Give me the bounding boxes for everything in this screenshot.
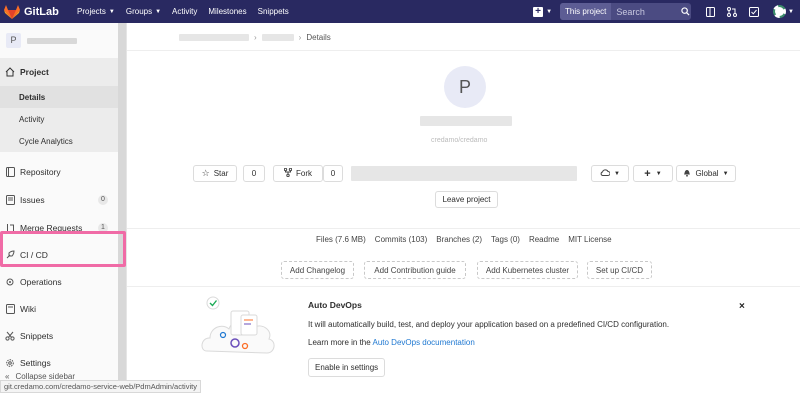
- project-stats: Files (7.6 MB) Commits (103) Branches (2…: [316, 235, 621, 244]
- enable-in-settings-button[interactable]: Enable in settings: [308, 358, 386, 377]
- auto-devops-title: Auto DevOps: [308, 300, 362, 310]
- gitlab-logo-icon: [4, 4, 20, 19]
- search-icon: [681, 7, 690, 16]
- leave-project-button[interactable]: Leave project: [435, 191, 498, 208]
- nav-milestones[interactable]: Milestones: [208, 7, 246, 16]
- add-changelog-button[interactable]: Add Changelog: [281, 261, 354, 279]
- stat-tags[interactable]: Tags (0): [491, 235, 520, 244]
- chevron-down-icon: ▼: [614, 170, 620, 177]
- auto-devops-illustration-icon: [201, 296, 275, 354]
- browser-status-url: git.credamo.com/credamo-service-web/PdmA…: [0, 380, 201, 393]
- sidebar-subitem-activity[interactable]: Activity: [0, 108, 118, 130]
- project-name-redacted: [27, 37, 77, 44]
- highlight-annotation-box: [0, 231, 126, 267]
- search-scope-badge[interactable]: This project: [560, 3, 612, 20]
- breadcrumb-group-redacted[interactable]: [179, 34, 249, 41]
- star-icon: ☆: [201, 168, 210, 178]
- auto-devops-learn-more: Learn more in the Auto DevOps documentat…: [308, 338, 475, 347]
- book-icon: [5, 167, 15, 177]
- cloud-download-icon: [600, 168, 611, 179]
- chevron-down-icon: ▼: [155, 8, 162, 15]
- chevron-down-icon: ▼: [722, 170, 729, 177]
- sidebar-subitem-details[interactable]: Details: [0, 86, 118, 108]
- project-sidebar: P Project Details Activity Cycle Analyti…: [0, 23, 127, 393]
- plus-icon: +: [644, 167, 651, 180]
- breadcrumb-current[interactable]: Details: [306, 33, 330, 42]
- fork-icon: [283, 167, 293, 179]
- sidebar-item-wiki[interactable]: Wiki: [0, 295, 118, 322]
- add-kubernetes-cluster-button[interactable]: Add Kubernetes cluster: [477, 261, 578, 279]
- divider: [127, 228, 800, 229]
- chevron-down-icon: ▼: [546, 8, 553, 15]
- stat-files[interactable]: Files (7.6 MB): [316, 235, 366, 244]
- sidebar-item-repository[interactable]: Repository: [0, 158, 118, 186]
- stat-readme[interactable]: Readme: [529, 235, 559, 244]
- sidebar-subitem-cycle-analytics[interactable]: Cycle Analytics: [0, 130, 118, 152]
- sidebar-item-issues[interactable]: Issues 0: [0, 186, 118, 214]
- fork-count[interactable]: 0: [323, 165, 343, 182]
- download-dropdown-button[interactable]: ▼: [591, 165, 629, 182]
- auto-devops-banner: Auto DevOps It will automatically build,…: [127, 286, 800, 393]
- set-up-ci-cd-button[interactable]: Set up CI/CD: [587, 261, 652, 279]
- stat-branches[interactable]: Branches (2): [436, 235, 482, 244]
- avatar: [773, 5, 787, 18]
- nav-activity[interactable]: Activity: [172, 7, 197, 16]
- project-avatar: P: [6, 33, 21, 48]
- nav-projects[interactable]: Projects ▼: [77, 7, 115, 16]
- bell-icon: [683, 168, 691, 179]
- sidebar-item-operations[interactable]: Operations: [0, 268, 118, 295]
- breadcrumb: › › Details: [179, 33, 331, 42]
- plus-icon: +: [533, 6, 544, 17]
- add-contribution-guide-button[interactable]: Add Contribution guide: [364, 261, 466, 279]
- home-icon: [5, 67, 15, 77]
- chevron-right-icon: ›: [298, 33, 302, 42]
- chevron-right-icon: ›: [254, 33, 257, 42]
- nav-groups[interactable]: Groups ▼: [126, 7, 161, 16]
- cloud-gear-icon: [5, 277, 15, 287]
- stat-commits[interactable]: Commits (103): [375, 235, 427, 244]
- clone-url-redacted[interactable]: [351, 166, 577, 181]
- chevron-down-icon: ▼: [655, 170, 662, 177]
- add-dropdown-button[interactable]: + ▼: [633, 165, 673, 182]
- chevron-down-icon: ▼: [108, 8, 115, 15]
- star-button[interactable]: ☆ Star: [193, 165, 237, 182]
- gear-icon: [5, 358, 15, 368]
- divider: [127, 50, 800, 51]
- sidebar-toggle-icon[interactable]: [699, 0, 721, 23]
- sidebar-project-header[interactable]: P: [0, 23, 126, 58]
- user-menu[interactable]: ▼: [769, 5, 794, 18]
- sidebar-item-project[interactable]: Project: [0, 58, 118, 86]
- top-navbar: GitLab Projects ▼ Groups ▼ Activity Milest…: [0, 0, 800, 23]
- auto-devops-docs-link[interactable]: Auto DevOps documentation: [372, 338, 474, 347]
- stat-license[interactable]: MIT License: [568, 235, 611, 244]
- issues-icon: [5, 195, 15, 205]
- brand-name: GitLab: [24, 5, 59, 18]
- breadcrumb-project-redacted[interactable]: [261, 34, 294, 41]
- main-content: › › Details P credamo/credamo ☆ Star 0 F…: [127, 23, 800, 393]
- sidebar-scrollbar[interactable]: [118, 23, 126, 393]
- nav-snippets[interactable]: Snippets: [258, 7, 289, 16]
- new-dropdown-button[interactable]: + ▼: [533, 6, 553, 17]
- project-avatar: P: [444, 66, 486, 108]
- brand[interactable]: GitLab: [4, 4, 64, 19]
- auto-devops-description: It will automatically build, test, and d…: [308, 320, 670, 329]
- todo-icon[interactable]: [743, 0, 765, 23]
- project-subtitle: credamo/credamo: [431, 137, 488, 144]
- issues-count-badge: 0: [98, 195, 108, 205]
- search-box: This project: [560, 3, 692, 20]
- merge-request-icon[interactable]: [721, 0, 743, 23]
- chevron-down-icon: ▼: [788, 8, 794, 15]
- fork-button[interactable]: Fork: [273, 165, 323, 182]
- project-title-redacted: [420, 116, 512, 126]
- wiki-icon: [5, 303, 15, 314]
- notification-dropdown[interactable]: Global ▼: [676, 165, 736, 182]
- star-count[interactable]: 0: [243, 165, 265, 182]
- search-input[interactable]: [611, 6, 682, 17]
- sidebar-item-snippets[interactable]: Snippets: [0, 322, 118, 349]
- scissors-icon: [5, 331, 15, 341]
- close-icon[interactable]: ×: [739, 301, 745, 312]
